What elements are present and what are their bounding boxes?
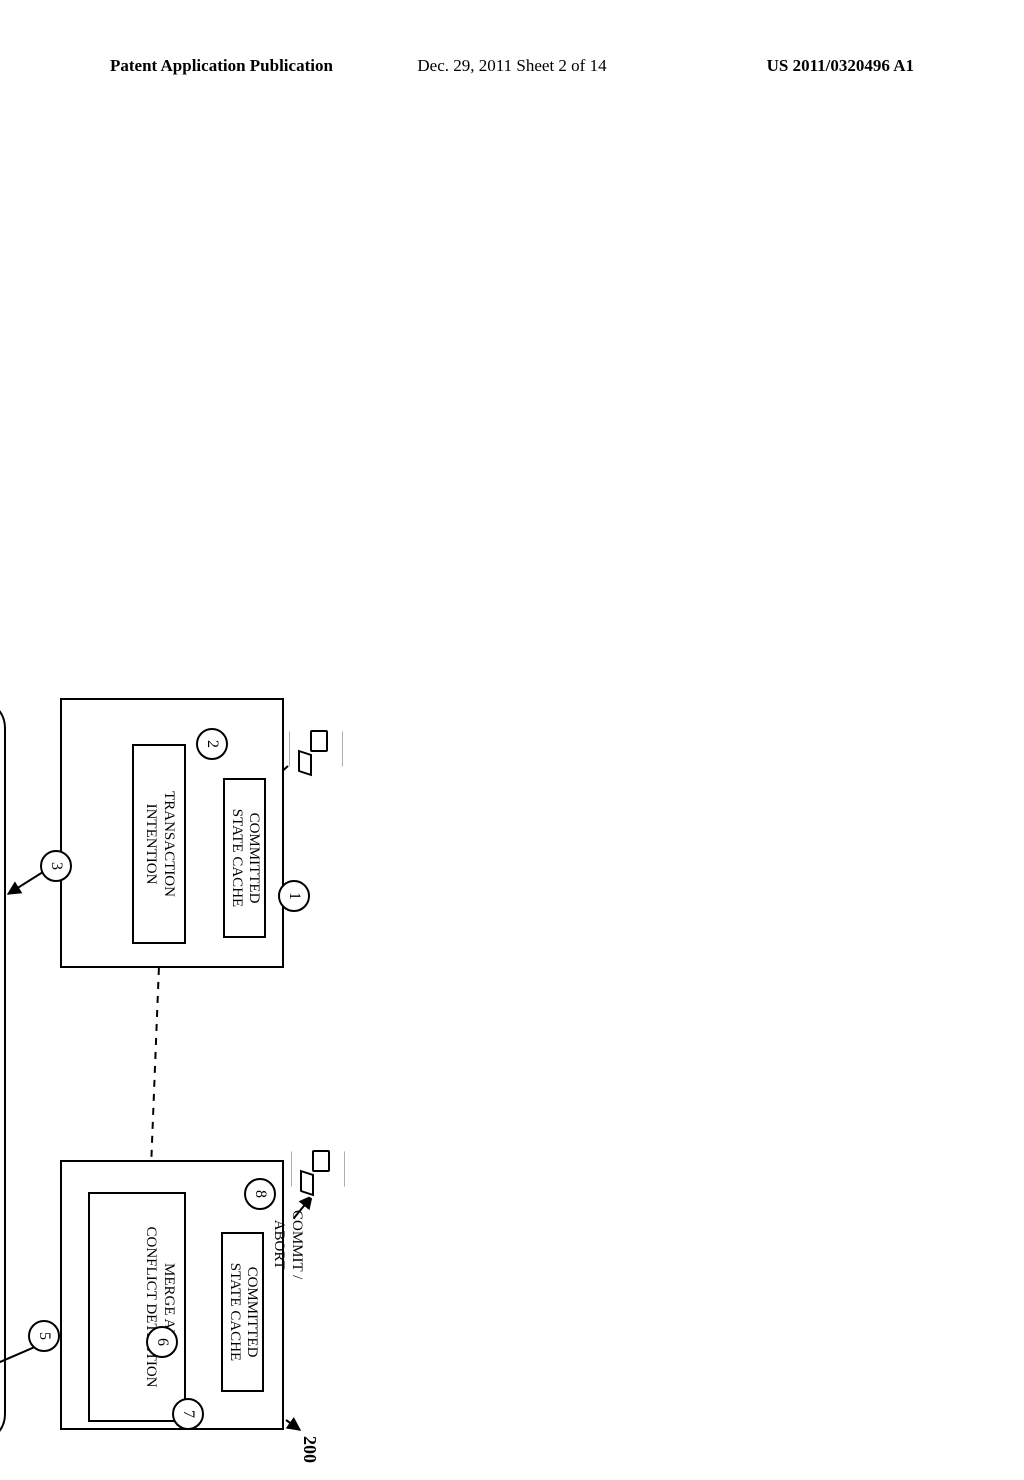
- step-7: 7: [172, 1398, 204, 1430]
- step-6: 6: [146, 1326, 178, 1358]
- figure-2-diagram: COMMITTED STATE CACHE TRANSACTION INTENT…: [0, 680, 320, 1480]
- header-right: US 2011/0320496 A1: [646, 56, 914, 76]
- client-terminal-left: [286, 714, 344, 786]
- committed-state-cache-left: COMMITTED STATE CACHE: [224, 778, 267, 938]
- step-8: 8: [244, 1178, 276, 1210]
- transaction-intention-box: TRANSACTION INTENTION: [132, 744, 186, 944]
- page-header: Patent Application Publication Dec. 29, …: [0, 56, 1024, 76]
- header-mid: Dec. 29, 2011 Sheet 2 of 14: [378, 56, 646, 76]
- step-5: 5: [28, 1320, 60, 1352]
- commit-abort-label: COMMIT / ABORT: [270, 1210, 306, 1279]
- client-terminal-right: [288, 1134, 346, 1206]
- distributed-log: SCALABLE, RELIABLE DISTRIBUTED LOG: [0, 698, 6, 1444]
- server-left: COMMITTED STATE CACHE TRANSACTION INTENT…: [60, 698, 284, 968]
- figure-ref: 200: [299, 1436, 320, 1463]
- header-left: Patent Application Publication: [110, 56, 378, 76]
- step-2: 2: [196, 728, 228, 760]
- step-3: 3: [40, 850, 72, 882]
- merge-conflict-box: MERGE AND CONFLICT DETECTION: [88, 1192, 186, 1422]
- diagram-rotation-wrapper: COMMITTED STATE CACHE TRANSACTION INTENT…: [0, 680, 320, 1480]
- step-1: 1: [278, 880, 310, 912]
- committed-state-cache-right: COMMITTED STATE CACHE: [222, 1232, 265, 1392]
